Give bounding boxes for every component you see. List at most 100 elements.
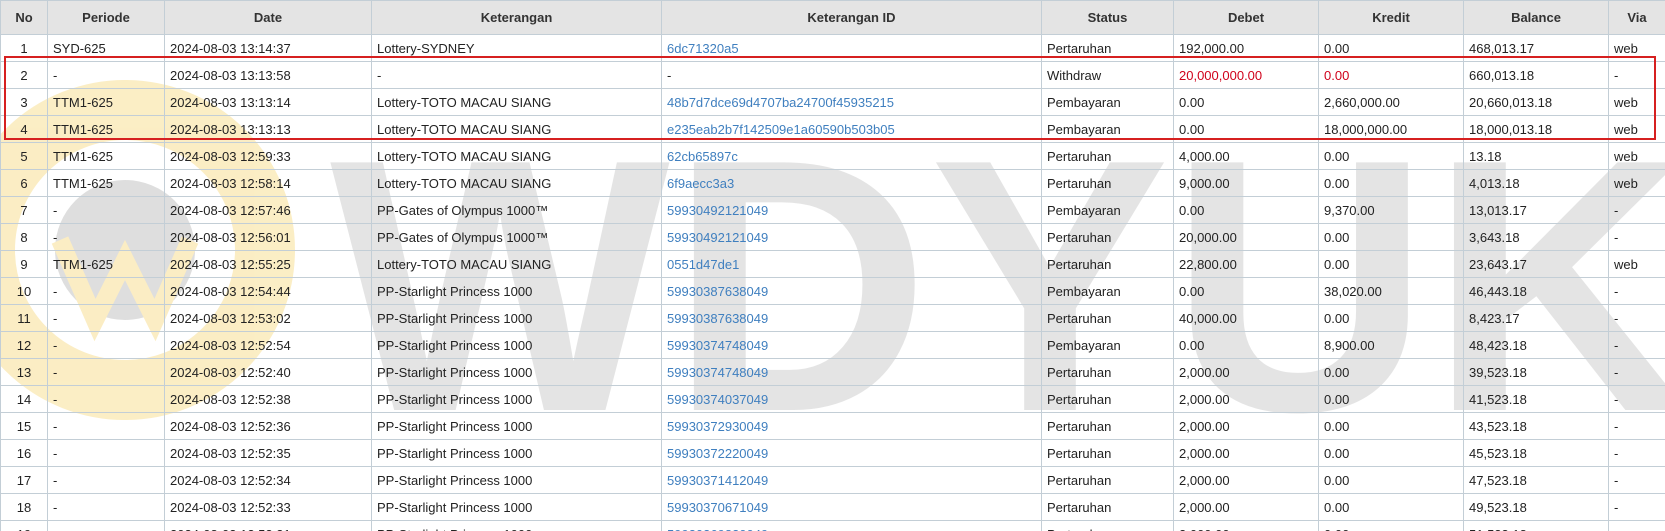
keterangan-id-link[interactable]: 6dc71320a5 — [667, 41, 739, 56]
cell-no: 10 — [0, 277, 48, 305]
keterangan-id-link[interactable]: 6f9aecc3a3 — [667, 176, 734, 191]
cell-balance: 23,643.17 — [1463, 250, 1609, 278]
table-row: 15-2024-08-03 12:52:36 PP-Starlight Princ… — [0, 412, 1665, 440]
cell-debet: 192,000.00 — [1173, 34, 1319, 62]
cell-debet: 2,000.00 — [1173, 493, 1319, 521]
cell-via: - — [1608, 196, 1665, 224]
cell-balance: 41,523.18 — [1463, 385, 1609, 413]
cell-status: Pertaruhan — [1041, 520, 1174, 531]
header-keterangan-id[interactable]: Keterangan ID — [661, 0, 1042, 35]
cell-balance: 4,013.18 — [1463, 169, 1609, 197]
keterangan-id-link[interactable]: 59930387638049 — [667, 311, 768, 326]
header-debet[interactable]: Debet — [1173, 0, 1319, 35]
keterangan-id-link[interactable]: 59930372930049 — [667, 419, 768, 434]
cell-periode: - — [47, 277, 165, 305]
keterangan-id-link[interactable]: 59930372220049 — [667, 446, 768, 461]
cell-keterangan-id: 59930374037049 — [661, 385, 1042, 413]
cell-periode: TTM1-625 — [47, 169, 165, 197]
cell-via: - — [1608, 277, 1665, 305]
cell-balance: 13.18 — [1463, 142, 1609, 170]
header-date[interactable]: Date — [164, 0, 372, 35]
cell-kredit: 0.00 — [1318, 169, 1464, 197]
keterangan-id-link[interactable]: 59930374748049 — [667, 338, 768, 353]
cell-debet: 2,000.00 — [1173, 358, 1319, 386]
cell-via: - — [1608, 466, 1665, 494]
cell-periode: - — [47, 61, 165, 89]
cell-date: 2024-08-03 13:13:13 — [164, 115, 372, 143]
cell-via: web — [1608, 115, 1665, 143]
cell-via: web — [1608, 34, 1665, 62]
keterangan-id-link[interactable]: 59930374037049 — [667, 392, 768, 407]
header-balance[interactable]: Balance — [1463, 0, 1609, 35]
table-body: 1 SYD-625 2024-08-03 13:14:37 Lottery-SYDNE… — [0, 34, 1665, 531]
cell-date: 2024-08-03 13:13:58 — [164, 61, 372, 89]
header-kredit[interactable]: Kredit — [1318, 0, 1464, 35]
cell-no: 19 — [0, 520, 48, 531]
table-row: 19-2024-08-03 12:52:31PP-Starlight Princ… — [0, 520, 1665, 531]
cell-keterangan-id: 59930374748049 — [661, 331, 1042, 359]
cell-debet: 0.00 — [1173, 277, 1319, 305]
cell-status: Pertaruhan — [1041, 439, 1174, 467]
keterangan-id-link[interactable]: 59930371412049 — [667, 473, 768, 488]
cell-kredit: 0.00 — [1318, 412, 1464, 440]
header-keterangan[interactable]: Keterangan — [371, 0, 662, 35]
cell-balance: 39,523.18 — [1463, 358, 1609, 386]
cell-keterangan: PP-Starlight Princess 1000 — [371, 520, 662, 531]
keterangan-id-link[interactable]: 59930370671049 — [667, 500, 768, 515]
cell-periode: - — [47, 466, 165, 494]
cell-balance: 51,523.18 — [1463, 520, 1609, 531]
keterangan-id-link[interactable]: 59930492121049 — [667, 230, 768, 245]
keterangan-id-link[interactable]: 48b7d7dce69d4707ba24700f45935215 — [667, 95, 894, 110]
table-row: 8-2024-08-03 12:56:01 PP-Gates of Olympus… — [0, 223, 1665, 251]
cell-debet: 0.00 — [1173, 331, 1319, 359]
cell-debet: 2,000.00 — [1173, 385, 1319, 413]
cell-via: web — [1608, 88, 1665, 116]
cell-date: 2024-08-03 12:52:31 — [164, 520, 372, 531]
table-row: 16-2024-08-03 12:52:35 PP-Starlight Princ… — [0, 439, 1665, 467]
cell-debet: 4,000.00 — [1173, 142, 1319, 170]
cell-periode: - — [47, 412, 165, 440]
cell-balance: 45,523.18 — [1463, 439, 1609, 467]
cell-keterangan-id: 59930387638049 — [661, 277, 1042, 305]
keterangan-id-link[interactable]: 59930374748049 — [667, 365, 768, 380]
cell-status: Pertaruhan — [1041, 493, 1174, 521]
cell-keterangan: Lottery-TOTO MACAU SIANG — [371, 169, 662, 197]
cell-date: 2024-08-03 12:52:54 — [164, 331, 372, 359]
cell-date: 2024-08-03 12:56:01 — [164, 223, 372, 251]
table-header: No Periode Date Keterangan Keterangan ID… — [0, 0, 1665, 35]
cell-debet: 20,000.00 — [1173, 223, 1319, 251]
cell-debet: 9,000.00 — [1173, 169, 1319, 197]
cell-balance: 13,013.17 — [1463, 196, 1609, 224]
cell-status: Pertaruhan — [1041, 304, 1174, 332]
cell-date: 2024-08-03 12:52:38 — [164, 385, 372, 413]
cell-debet: 2,000.00 — [1173, 466, 1319, 494]
cell-keterangan-id: - — [661, 61, 1042, 89]
cell-keterangan: Lottery-TOTO MACAU SIANG — [371, 88, 662, 116]
cell-via: - — [1608, 439, 1665, 467]
cell-keterangan-id: 62cb65897c — [661, 142, 1042, 170]
cell-no: 18 — [0, 493, 48, 521]
keterangan-id-link[interactable]: 59930492121049 — [667, 203, 768, 218]
cell-balance: 47,523.18 — [1463, 466, 1609, 494]
keterangan-id-link[interactable]: e235eab2b7f142509e1a60590b503b05 — [667, 122, 895, 137]
cell-via: - — [1608, 61, 1665, 89]
cell-status: Pertaruhan — [1041, 142, 1174, 170]
cell-status: Pertaruhan — [1041, 385, 1174, 413]
keterangan-id-link[interactable]: 62cb65897c — [667, 149, 738, 164]
cell-keterangan-id: 59930492121049 — [661, 223, 1042, 251]
header-periode[interactable]: Periode — [47, 0, 165, 35]
cell-keterangan-id: 6f9aecc3a3 — [661, 169, 1042, 197]
header-via[interactable]: Via — [1608, 0, 1665, 35]
keterangan-id-link[interactable]: 59930369830049 — [667, 527, 768, 531]
table-row: 11-2024-08-03 12:53:02 PP-Starlight Princ… — [0, 304, 1665, 332]
cell-keterangan: PP-Gates of Olympus 1000™ — [371, 196, 662, 224]
cell-no: 5 — [0, 142, 48, 170]
cell-date: 2024-08-03 12:52:36 — [164, 412, 372, 440]
table-row: 14-2024-08-03 12:52:38 PP-Starlight Princ… — [0, 385, 1665, 413]
header-status[interactable]: Status — [1041, 0, 1174, 35]
cell-keterangan: PP-Starlight Princess 1000 — [371, 277, 662, 305]
header-no[interactable]: No — [0, 0, 48, 35]
keterangan-id-link[interactable]: 59930387638049 — [667, 284, 768, 299]
cell-no: 14 — [0, 385, 48, 413]
keterangan-id-link[interactable]: 0551d47de1 — [667, 257, 739, 272]
